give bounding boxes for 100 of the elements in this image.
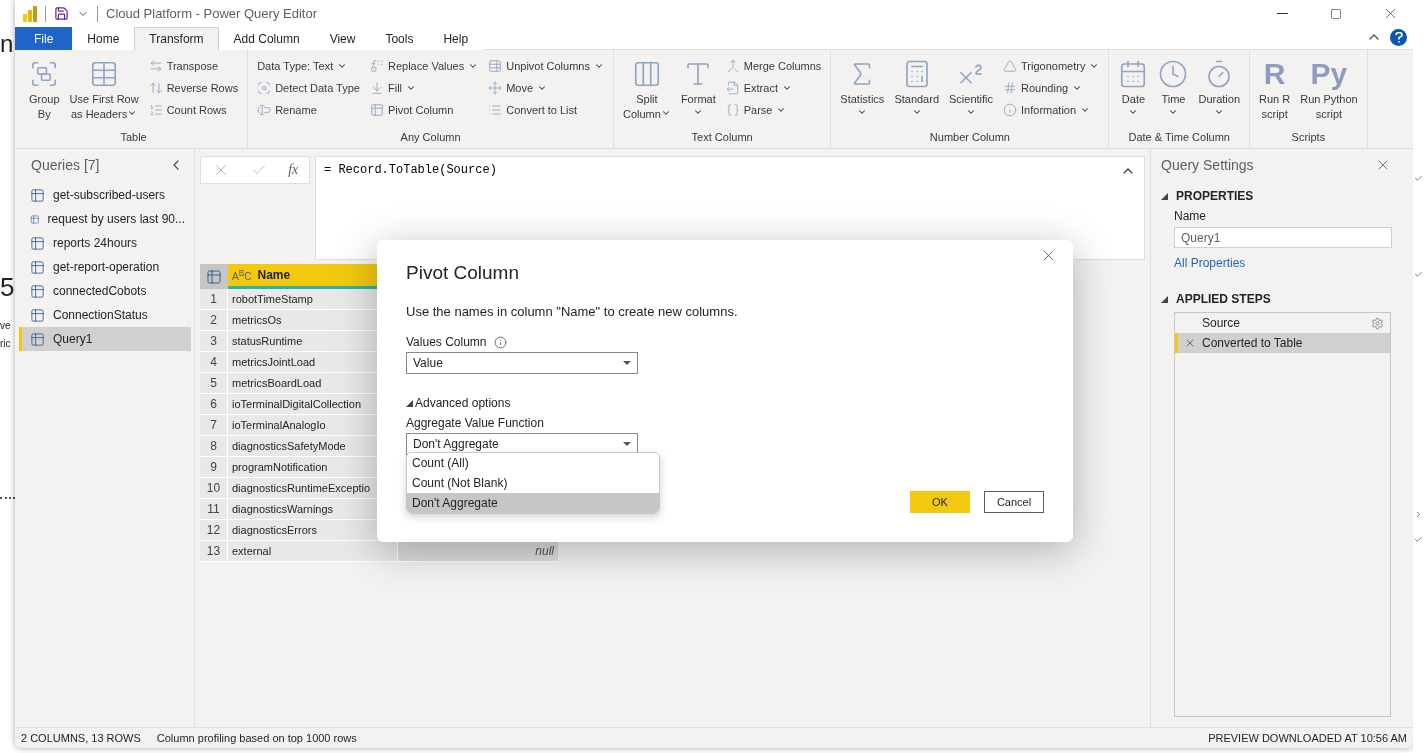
ribbon-large-button[interactable]: Time bbox=[1155, 54, 1192, 131]
function-label[interactable]: fx bbox=[288, 162, 299, 178]
background-text: n bbox=[0, 30, 14, 58]
values-select[interactable]: Value bbox=[406, 352, 638, 374]
table-icon bbox=[488, 58, 503, 73]
ribbon-large-button[interactable]: Standard bbox=[891, 54, 943, 131]
group-label: Number Column bbox=[928, 131, 1011, 145]
column-title: Name bbox=[257, 268, 291, 282]
section-heading: PROPERTIES bbox=[1176, 189, 1254, 203]
check-icon bbox=[1414, 174, 1423, 183]
merge-icon bbox=[725, 58, 740, 73]
step-item[interactable]: Converted to Table bbox=[1175, 333, 1390, 353]
row-number: 10 bbox=[200, 478, 228, 499]
ribbon-button[interactable]: Detect Data Type bbox=[254, 78, 363, 97]
group-label: Table bbox=[119, 131, 148, 145]
save-icon[interactable] bbox=[54, 6, 69, 21]
ok-button[interactable]: OK bbox=[910, 491, 970, 513]
ribbon-button[interactable]: Count Rows bbox=[145, 100, 242, 119]
aggregate-select[interactable]: Don't Aggregate bbox=[406, 433, 638, 455]
ribbon-button[interactable]: Fill bbox=[366, 78, 482, 97]
ribbon-button[interactable]: Reverse Rows bbox=[145, 78, 242, 97]
ribbon-large-button[interactable]: Split Column bbox=[619, 54, 674, 131]
caret-icon bbox=[623, 360, 631, 366]
type-glyph: A$^{B}$C bbox=[232, 267, 252, 283]
numbered-list-icon bbox=[148, 102, 163, 117]
window-title: Cloud Platform - Power Query Editor bbox=[106, 6, 318, 21]
ribbon-button[interactable]: Merge Columns bbox=[722, 56, 825, 75]
ribbon-large-button[interactable]: Group By bbox=[26, 54, 63, 131]
ribbon-button[interactable]: Replace Values bbox=[366, 56, 482, 75]
ribbon-button[interactable]: Trigonometry bbox=[1000, 56, 1103, 75]
ribbon-button[interactable]: Convert to List bbox=[485, 100, 607, 119]
ribbon-large-button[interactable]: R Run R script bbox=[1256, 54, 1294, 131]
hash-icon bbox=[1003, 80, 1018, 95]
row-number: 2 bbox=[200, 310, 228, 331]
table-icon bbox=[30, 307, 45, 323]
up-down-arrows-icon bbox=[148, 80, 163, 95]
expand-triangle-icon bbox=[406, 399, 413, 407]
query-item[interactable]: Query1 bbox=[19, 327, 191, 351]
field-label: Name bbox=[1173, 209, 1207, 223]
text-cursor-icon bbox=[257, 102, 272, 117]
check-icon bbox=[1414, 270, 1423, 279]
file-tab[interactable]: File bbox=[15, 27, 73, 50]
table-cell: null bbox=[398, 541, 558, 562]
row-number: 5 bbox=[200, 373, 228, 394]
row-number: 6 bbox=[200, 394, 228, 415]
row-number: 12 bbox=[200, 520, 228, 541]
triangle-icon bbox=[1003, 58, 1018, 73]
group-label: Date & Time Column bbox=[1127, 131, 1231, 145]
caret-icon bbox=[623, 441, 631, 447]
dropdown-option[interactable]: Count (Not Blank) bbox=[407, 473, 659, 493]
ribbon-large-button[interactable]: Duration bbox=[1195, 54, 1244, 131]
list-icon bbox=[488, 102, 503, 117]
move-icon bbox=[488, 80, 503, 95]
cancel-button[interactable]: Cancel bbox=[984, 491, 1044, 513]
dropdown-option[interactable]: Don't Aggregate bbox=[407, 493, 659, 513]
query-item[interactable]: request by users last 90... bbox=[19, 207, 191, 231]
ribbon-large-button[interactable]: Statistics bbox=[837, 54, 888, 131]
ribbon-button[interactable]: Move bbox=[485, 78, 607, 97]
ribbon-button[interactable]: Data Type: Text bbox=[254, 56, 363, 75]
ribbon-button[interactable]: Extract bbox=[722, 78, 825, 97]
step-item[interactable]: Source bbox=[1175, 313, 1390, 333]
expand-triangle-icon[interactable] bbox=[1161, 295, 1168, 303]
table-menu-icon[interactable] bbox=[200, 264, 228, 289]
ribbon-button[interactable]: Rounding bbox=[1000, 78, 1103, 97]
query-item[interactable]: get-report-operation bbox=[19, 255, 191, 279]
replace-icon bbox=[369, 58, 384, 73]
query-item[interactable]: ConnectionStatus bbox=[19, 303, 191, 327]
ribbon-button[interactable]: Parse bbox=[722, 100, 825, 119]
ribbon-large-button[interactable]: Scientific bbox=[946, 54, 997, 131]
name-field[interactable]: Query1 bbox=[1174, 227, 1392, 248]
row-number: 11 bbox=[200, 499, 228, 520]
help-icon[interactable] bbox=[1390, 29, 1407, 46]
ribbon-large-button[interactable]: Date bbox=[1115, 54, 1152, 131]
group-label: Scripts bbox=[1290, 131, 1327, 145]
advanced-options-toggle[interactable]: Advanced options bbox=[406, 396, 511, 410]
table-cell: external bbox=[228, 541, 398, 562]
background-text: ric bbox=[0, 338, 11, 349]
group-label: Text Column bbox=[690, 131, 754, 145]
scan-icon bbox=[257, 80, 272, 95]
info-icon[interactable] bbox=[494, 335, 508, 349]
query-item[interactable]: get-subscribed-users bbox=[19, 183, 191, 207]
query-item[interactable]: connectedCobots bbox=[19, 279, 191, 303]
ribbon-button[interactable]: Transpose bbox=[145, 56, 242, 75]
section-heading: APPLIED STEPS bbox=[1176, 292, 1271, 306]
dropdown-option[interactable]: Count (All) bbox=[407, 453, 659, 473]
all-properties-link[interactable]: All Properties bbox=[1174, 256, 1246, 270]
expand-triangle-icon[interactable] bbox=[1161, 192, 1168, 200]
ribbon-button[interactable]: Information bbox=[1000, 100, 1103, 119]
ribbon-button[interactable]: Unpivot Columns bbox=[485, 56, 607, 75]
row-number: 13 bbox=[200, 541, 228, 562]
ribbon-large-button[interactable]: Format bbox=[677, 54, 719, 131]
query-item[interactable]: reports 24hours bbox=[19, 231, 191, 255]
ribbon-large-button[interactable]: Use First Row as Headers bbox=[66, 54, 142, 131]
settings-icon[interactable] bbox=[1371, 316, 1384, 330]
field-label: Aggregate Value Function bbox=[406, 416, 545, 430]
ribbon-large-button[interactable]: Py Run Python script bbox=[1297, 54, 1361, 131]
delete-icon[interactable] bbox=[1184, 337, 1196, 349]
ribbon-button[interactable]: Pivot Column bbox=[366, 100, 482, 119]
ribbon-button[interactable]: Rename bbox=[254, 100, 363, 119]
ribbon-tab[interactable]: Transform bbox=[134, 27, 219, 50]
